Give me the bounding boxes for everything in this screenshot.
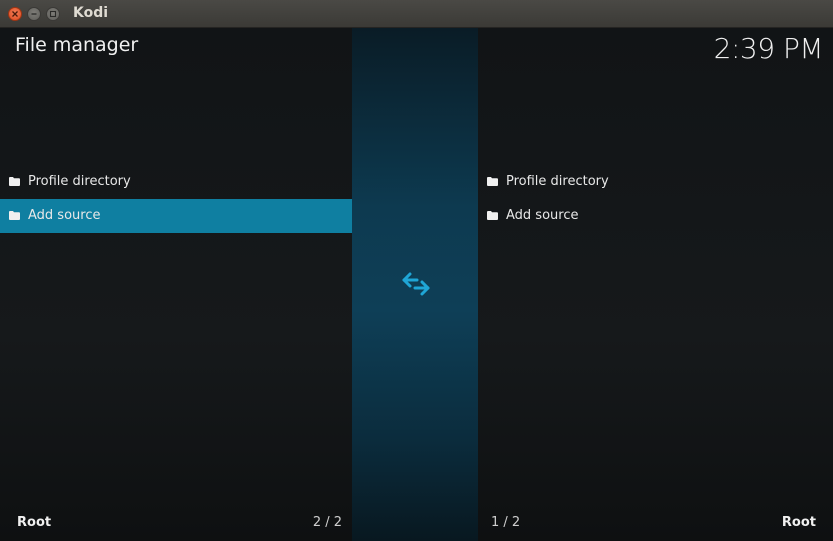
swap-arrows-icon[interactable] (401, 270, 431, 298)
right-path-label: Root (781, 515, 816, 530)
folder-icon (9, 211, 20, 220)
list-item-label: Add source (506, 208, 579, 223)
maximize-window-button[interactable] (46, 7, 60, 21)
maximize-icon (49, 10, 57, 18)
list-item-profile-directory[interactable]: Profile directory (0, 165, 352, 199)
title-bar[interactable]: Kodi (0, 0, 833, 28)
minimize-window-button[interactable] (27, 7, 41, 21)
list-item-add-source[interactable]: Add source (0, 199, 352, 233)
window-title: Kodi (73, 5, 109, 21)
kodi-window: Kodi File manager Profile directory Add … (0, 0, 833, 541)
left-path-label: Root (17, 515, 52, 530)
left-file-pane: File manager Profile directory Add sourc… (0, 28, 352, 541)
right-file-list: Profile directory Add source (478, 165, 833, 233)
pane-divider (352, 28, 478, 541)
folder-icon (487, 177, 498, 186)
file-manager-screen: File manager Profile directory Add sourc… (0, 28, 833, 541)
list-item-add-source[interactable]: Add source (478, 199, 833, 233)
right-page-counter: 1 / 2 (491, 515, 521, 530)
left-file-list: Profile directory Add source (0, 165, 352, 233)
folder-icon (9, 177, 20, 186)
left-page-counter: 2 / 2 (312, 515, 342, 530)
list-item-profile-directory[interactable]: Profile directory (478, 165, 833, 199)
list-item-label: Profile directory (506, 174, 609, 189)
close-window-button[interactable] (8, 7, 22, 21)
list-item-label: Profile directory (28, 174, 131, 189)
page-title: File manager (15, 34, 139, 56)
close-icon (12, 11, 18, 17)
folder-icon (487, 211, 498, 220)
minimize-icon (31, 13, 37, 15)
clock: 2:39 PM (713, 32, 824, 65)
list-item-label: Add source (28, 208, 101, 223)
right-file-pane: 2:39 PM Profile directory Add source 1 /… (478, 28, 833, 541)
